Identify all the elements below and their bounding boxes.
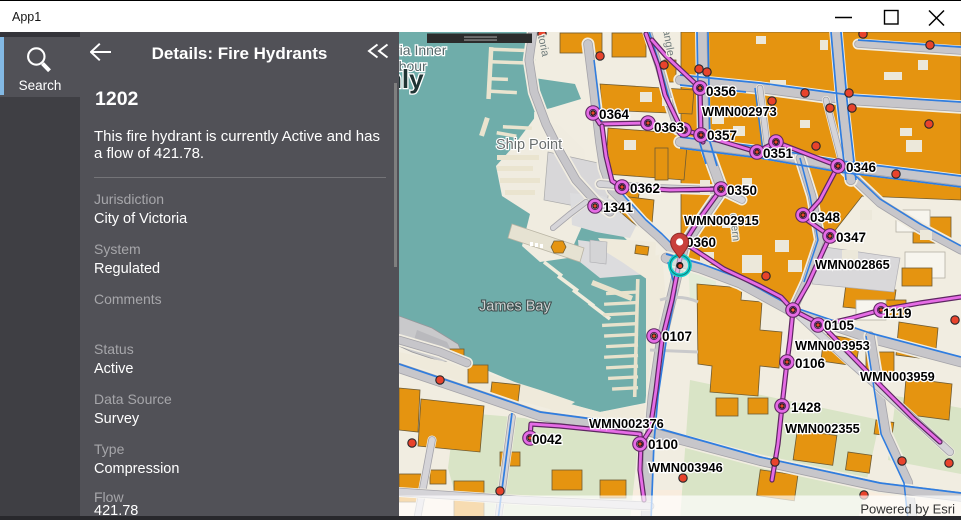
svg-text:Ship Point: Ship Point [496,137,562,153]
svg-text:0356: 0356 [706,84,737,99]
svg-text:1119: 1119 [883,306,912,321]
svg-text:WMN003959: WMN003959 [860,369,935,384]
svg-text:Powered by Esri: Powered by Esri [860,502,955,517]
svg-text:nly: nly [399,64,424,94]
svg-text:1341: 1341 [603,200,634,215]
svg-text:ria Inner: ria Inner [399,42,447,58]
svg-text:WMN002865: WMN002865 [815,257,890,272]
svg-text:0364: 0364 [599,107,630,122]
svg-text:0351: 0351 [763,146,794,161]
svg-text:0350: 0350 [727,183,757,198]
svg-text:WMN002973: WMN002973 [702,104,777,119]
svg-text:0348: 0348 [810,210,841,225]
svg-text:0106: 0106 [795,356,826,371]
svg-text:1428: 1428 [791,400,822,415]
svg-text:0107: 0107 [662,329,692,344]
svg-text:WMN002376: WMN002376 [589,416,664,431]
svg-text:WMN002915: WMN002915 [684,213,759,228]
svg-text:0363: 0363 [654,120,685,135]
svg-text:0357: 0357 [707,128,737,143]
svg-text:0362: 0362 [630,181,660,196]
svg-text:WMN003946: WMN003946 [648,460,723,475]
svg-text:0042: 0042 [532,432,562,447]
svg-text:WMN003953: WMN003953 [795,338,870,353]
svg-text:0105: 0105 [824,318,855,333]
svg-text:0360: 0360 [686,235,716,250]
svg-text:James Bay: James Bay [479,299,551,315]
svg-text:0346: 0346 [846,160,877,175]
svg-text:WMN002355: WMN002355 [785,421,860,436]
svg-text:0347: 0347 [836,230,866,245]
svg-text:0100: 0100 [648,437,678,452]
